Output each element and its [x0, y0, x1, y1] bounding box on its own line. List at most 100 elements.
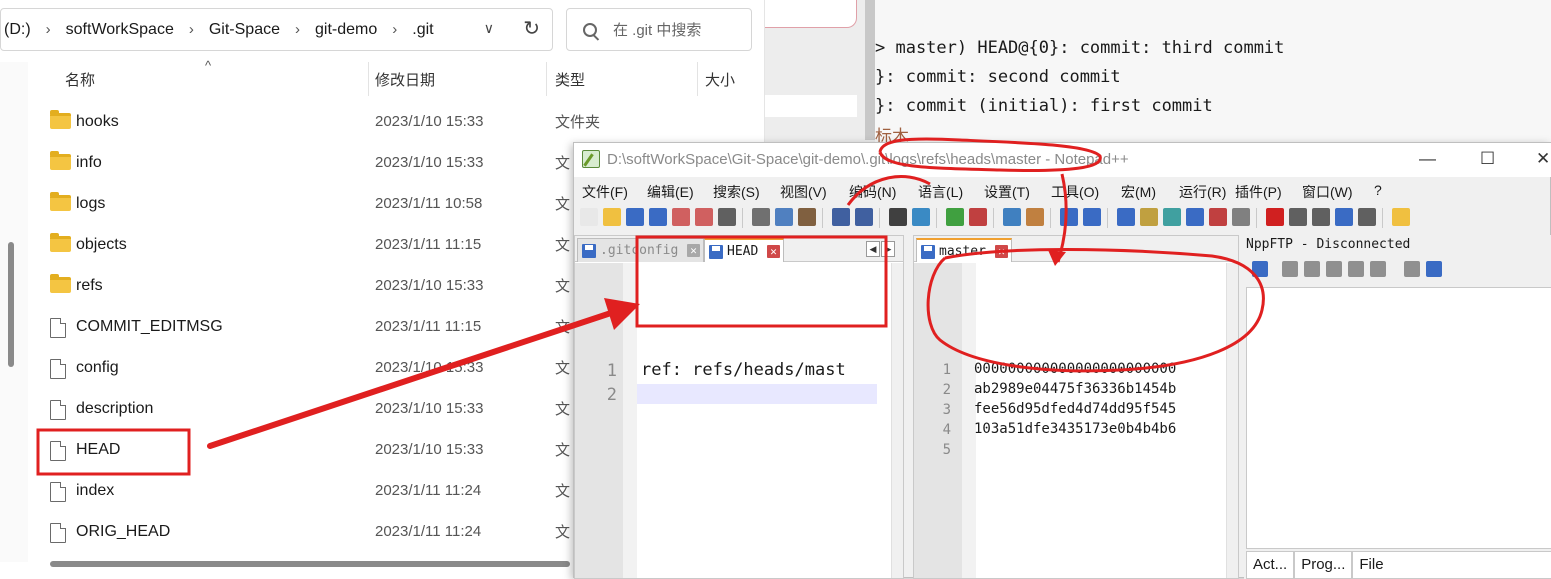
chevron-down-icon[interactable]: ∨	[484, 20, 494, 37]
ftp-tree[interactable]	[1246, 287, 1551, 549]
terminal-scrollbar[interactable]	[865, 0, 875, 140]
menu-window[interactable]: 窗口(W)	[1302, 182, 1353, 202]
zoom-out-icon[interactable]	[969, 208, 987, 226]
record-macro-icon[interactable]	[1266, 208, 1284, 226]
close-all-icon[interactable]	[695, 208, 713, 226]
folder-workspace-icon[interactable]	[1209, 208, 1227, 226]
replace-icon[interactable]	[912, 208, 930, 226]
horizontal-scrollbar[interactable]	[50, 561, 570, 567]
refresh-icon[interactable]	[1348, 261, 1364, 277]
find-icon[interactable]	[889, 208, 907, 226]
redo-icon[interactable]	[855, 208, 873, 226]
nav-scrollbar[interactable]	[8, 242, 14, 367]
search-box[interactable]: 在 .git 中搜索	[566, 8, 752, 51]
menu-file[interactable]: 文件(F)	[582, 182, 628, 202]
menu-view[interactable]: 视图(V)	[780, 182, 827, 202]
ftp-tab-actions[interactable]: Act...	[1246, 551, 1295, 579]
menu-language[interactable]: 语言(L)	[918, 182, 963, 202]
menu-help[interactable]: ?	[1374, 182, 1382, 198]
menu-tools[interactable]: 工具(O)	[1051, 182, 1099, 202]
ftp-tab-file[interactable]: File	[1352, 551, 1551, 579]
open-file-icon[interactable]	[603, 208, 621, 226]
ftp-icon[interactable]	[1392, 208, 1410, 226]
download-icon[interactable]	[1304, 261, 1320, 277]
zoom-in-icon[interactable]	[946, 208, 964, 226]
save-all-icon[interactable]	[649, 208, 667, 226]
undo-icon[interactable]	[832, 208, 850, 226]
cut-icon[interactable]	[752, 208, 770, 226]
sync-v-icon[interactable]	[1003, 208, 1021, 226]
tab-master[interactable]: master ✕	[916, 238, 1012, 262]
stop-macro-icon[interactable]	[1289, 208, 1307, 226]
code-line[interactable]: fee56d95dfed4d74dd95f545	[974, 401, 1176, 417]
code-line[interactable]: ref: refs/heads/mast	[641, 360, 846, 380]
column-type[interactable]: 类型	[555, 62, 585, 96]
title-bar[interactable]: D:\softWorkSpace\Git-Space\git-demo\.git…	[574, 143, 1551, 177]
save-macro-icon[interactable]	[1358, 208, 1376, 226]
column-divider[interactable]	[546, 62, 547, 96]
column-divider[interactable]	[697, 62, 698, 96]
code-line[interactable]: ab2989e04475f36336b1454b	[974, 381, 1176, 397]
minimize-icon[interactable]: —	[1419, 149, 1436, 169]
menu-settings[interactable]: 设置(T)	[984, 182, 1030, 202]
close-icon[interactable]	[672, 208, 690, 226]
search-placeholder[interactable]: 在 .git 中搜索	[613, 19, 701, 40]
breadcrumb-item[interactable]: .git	[409, 21, 436, 39]
folder-icon	[50, 274, 71, 293]
file-name: objects	[76, 235, 127, 253]
column-divider[interactable]	[368, 62, 369, 96]
maximize-icon[interactable]: ☐	[1480, 149, 1495, 169]
close-tab-icon[interactable]: ✕	[767, 245, 780, 258]
breadcrumb-item[interactable]: Git-Space	[206, 21, 283, 39]
column-size[interactable]: 大小	[705, 62, 735, 96]
close-icon[interactable]: ✕	[1536, 149, 1550, 169]
tab-scroll-left-icon[interactable]: ◀	[866, 241, 880, 257]
menu-edit[interactable]: 编辑(E)	[647, 182, 694, 202]
tab-head[interactable]: HEAD ✕	[704, 238, 784, 262]
settings-icon[interactable]	[1404, 261, 1420, 277]
menu-search[interactable]: 搜索(S)	[713, 182, 760, 202]
breadcrumb-drive[interactable]: (D:)	[1, 21, 34, 39]
print-icon[interactable]	[718, 208, 736, 226]
vertical-scrollbar[interactable]	[1226, 263, 1238, 578]
run-macro-icon[interactable]	[1335, 208, 1353, 226]
show-all-icon[interactable]	[1083, 208, 1101, 226]
close-tab-icon[interactable]: ✕	[687, 244, 700, 257]
doc-map-icon[interactable]	[1163, 208, 1181, 226]
refresh-icon[interactable]: ↻	[523, 16, 540, 41]
word-wrap-icon[interactable]	[1060, 208, 1078, 226]
close-tab-icon[interactable]: ✕	[995, 245, 1008, 258]
indent-guide-icon[interactable]	[1117, 208, 1135, 226]
menu-macro[interactable]: 宏(M)	[1121, 182, 1156, 202]
breadcrumb-item[interactable]: git-demo	[312, 21, 380, 39]
code-line[interactable]: 103a51dfe3435173e0b4b4b6	[974, 421, 1176, 437]
column-modified[interactable]: 修改日期	[375, 62, 435, 96]
udl-icon[interactable]	[1140, 208, 1158, 226]
save-icon[interactable]	[626, 208, 644, 226]
abort-icon[interactable]	[1370, 261, 1386, 277]
address-bar[interactable]: (D:) › softWorkSpace › Git-Space › git-d…	[0, 8, 553, 51]
play-macro-icon[interactable]	[1312, 208, 1330, 226]
vertical-scrollbar[interactable]	[891, 263, 903, 578]
file-type: 文	[555, 401, 571, 418]
column-name[interactable]: 名称	[65, 62, 95, 96]
tab-scroll-right-icon[interactable]: ▶	[881, 241, 895, 257]
upload-icon[interactable]	[1326, 261, 1342, 277]
code-line[interactable]: 000000000000000000000000	[974, 361, 1176, 377]
sync-h-icon[interactable]	[1026, 208, 1044, 226]
menu-run[interactable]: 运行(R)	[1179, 182, 1226, 202]
new-file-icon[interactable]	[580, 208, 598, 226]
ftp-tab-progress[interactable]: Prog...	[1294, 551, 1353, 579]
copy-icon[interactable]	[775, 208, 793, 226]
menu-encoding[interactable]: 编码(N)	[849, 182, 896, 202]
function-list-icon[interactable]	[1186, 208, 1204, 226]
file-row[interactable]: hooks 2023/1/10 15:33 文件夹	[40, 101, 765, 142]
monitor-icon[interactable]	[1232, 208, 1250, 226]
paste-icon[interactable]	[798, 208, 816, 226]
message-window-icon[interactable]	[1426, 261, 1442, 277]
disconnect-icon[interactable]	[1282, 261, 1298, 277]
menu-plugins[interactable]: 插件(P)	[1235, 182, 1282, 202]
connect-icon[interactable]	[1252, 261, 1268, 277]
tab-gitconfig[interactable]: .gitconfig ✕	[577, 238, 704, 262]
breadcrumb-item[interactable]: softWorkSpace	[63, 21, 177, 39]
